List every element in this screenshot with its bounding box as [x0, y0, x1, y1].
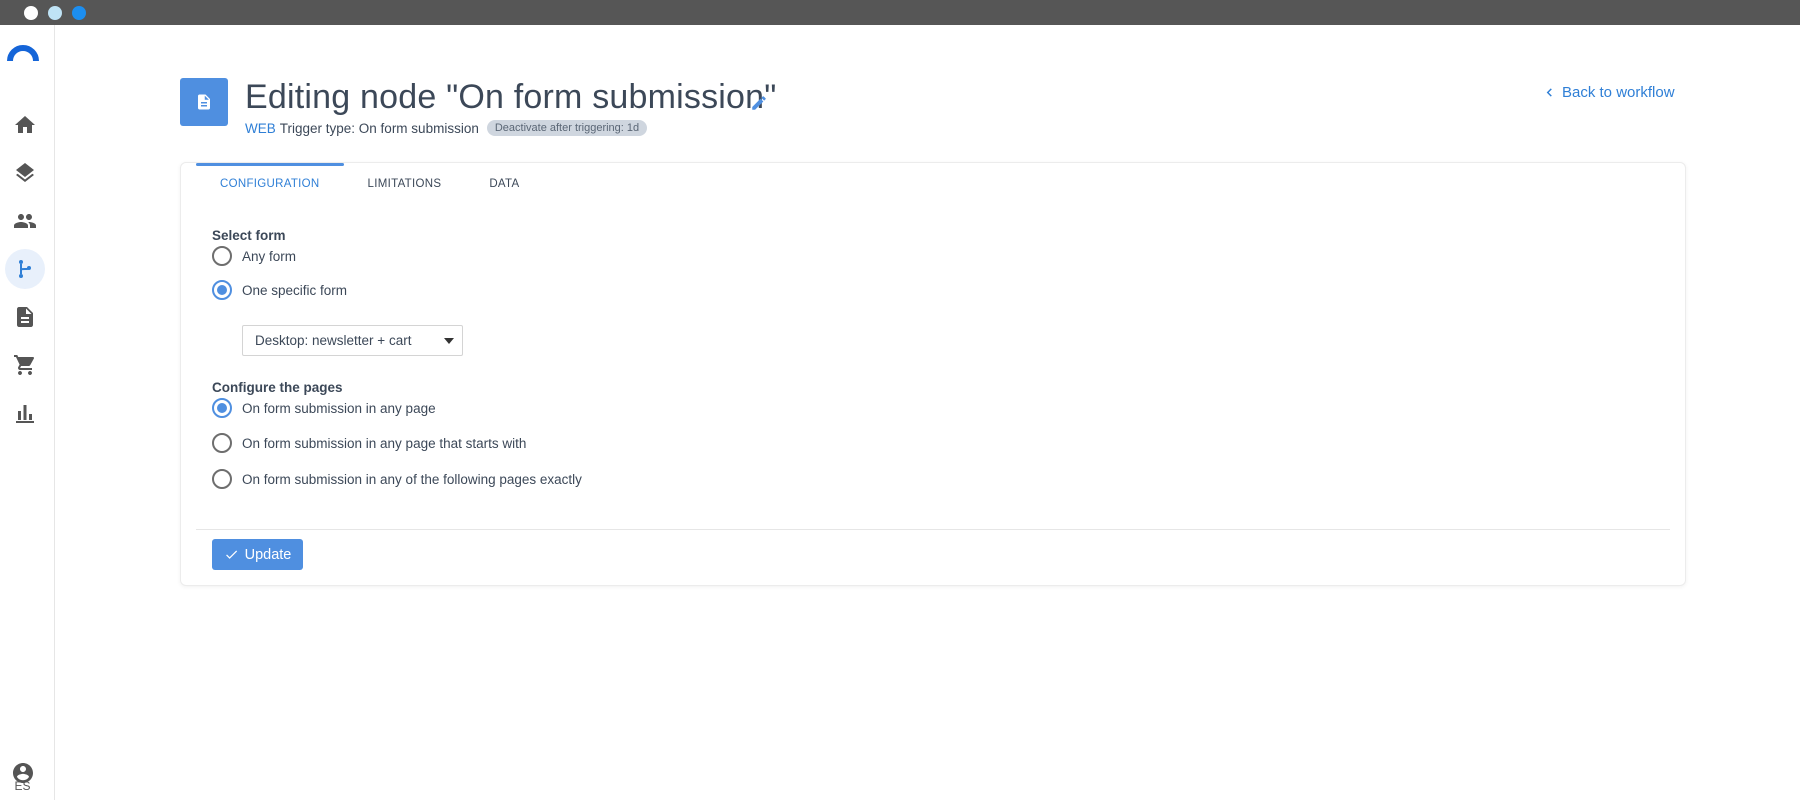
window-titlebar: [0, 0, 1800, 25]
update-button[interactable]: Update: [212, 539, 303, 570]
radio-label: Any form: [242, 248, 297, 264]
web-tag: WEB: [245, 120, 276, 136]
language-label[interactable]: ES: [0, 779, 45, 793]
node-subline: WEB Trigger type: On form submission Dea…: [245, 120, 648, 136]
bar-chart-icon[interactable]: [5, 393, 45, 433]
select-form-label: Select form: [212, 228, 286, 243]
people-icon[interactable]: [5, 201, 45, 241]
workflow-icon[interactable]: [5, 249, 45, 289]
radio-following-pages-exactly[interactable]: On form submission in any of the followi…: [212, 469, 582, 489]
app-logo[interactable]: [7, 45, 39, 61]
divider: [196, 529, 1670, 530]
tab-limitations[interactable]: LIMITATIONS: [344, 163, 466, 203]
config-card: CONFIGURATION LIMITATIONS DATA Select fo…: [180, 162, 1686, 586]
check-icon: [225, 550, 237, 559]
tab-bar: CONFIGURATION LIMITATIONS DATA: [196, 163, 544, 203]
form-select-value: Desktop: newsletter + cart: [255, 333, 412, 348]
node-type-badge: [180, 78, 228, 126]
radio-any-page[interactable]: On form submission in any page: [212, 398, 436, 418]
page-title: Editing node "On form submission": [245, 78, 777, 116]
document-icon[interactable]: [5, 297, 45, 337]
back-link-label: Back to workflow: [1562, 84, 1675, 101]
radio-one-specific-form[interactable]: One specific form: [212, 280, 347, 300]
deactivate-badge: Deactivate after triggering: 1d: [486, 120, 648, 136]
configure-pages-label: Configure the pages: [212, 380, 343, 395]
radio-label: One specific form: [242, 282, 348, 298]
radio-button[interactable]: [212, 433, 232, 453]
document-icon: [198, 94, 210, 110]
tab-data[interactable]: DATA: [465, 163, 543, 203]
form-select-dropdown[interactable]: Desktop: newsletter + cart: [242, 325, 463, 356]
caret-down-icon: [444, 338, 454, 344]
radio-button[interactable]: [212, 246, 232, 266]
window-minimize-button[interactable]: [48, 6, 62, 20]
tab-configuration[interactable]: CONFIGURATION: [196, 163, 344, 203]
trigger-type-text: Trigger type: On form submission: [279, 120, 479, 136]
radio-label: On form submission in any page that star…: [242, 435, 527, 451]
back-to-workflow-link[interactable]: Back to workflow: [1545, 84, 1675, 101]
radio-label: On form submission in any page: [242, 400, 436, 416]
window-close-button[interactable]: [24, 6, 38, 20]
chevron-left-icon: [1546, 88, 1552, 97]
pencil-edit-icon[interactable]: [750, 94, 768, 112]
radio-label: On form submission in any of the followi…: [242, 471, 582, 487]
cart-icon[interactable]: [5, 345, 45, 385]
radio-page-starts-with[interactable]: On form submission in any page that star…: [212, 433, 526, 453]
radio-button[interactable]: [212, 280, 232, 300]
radio-any-form[interactable]: Any form: [212, 246, 296, 266]
radio-button[interactable]: [212, 398, 232, 418]
update-button-label: Update: [244, 546, 292, 563]
sidebar: ES: [0, 25, 55, 800]
window-maximize-button[interactable]: [72, 6, 86, 20]
home-icon[interactable]: [5, 105, 45, 145]
radio-button[interactable]: [212, 469, 232, 489]
layers-icon[interactable]: [5, 153, 45, 193]
